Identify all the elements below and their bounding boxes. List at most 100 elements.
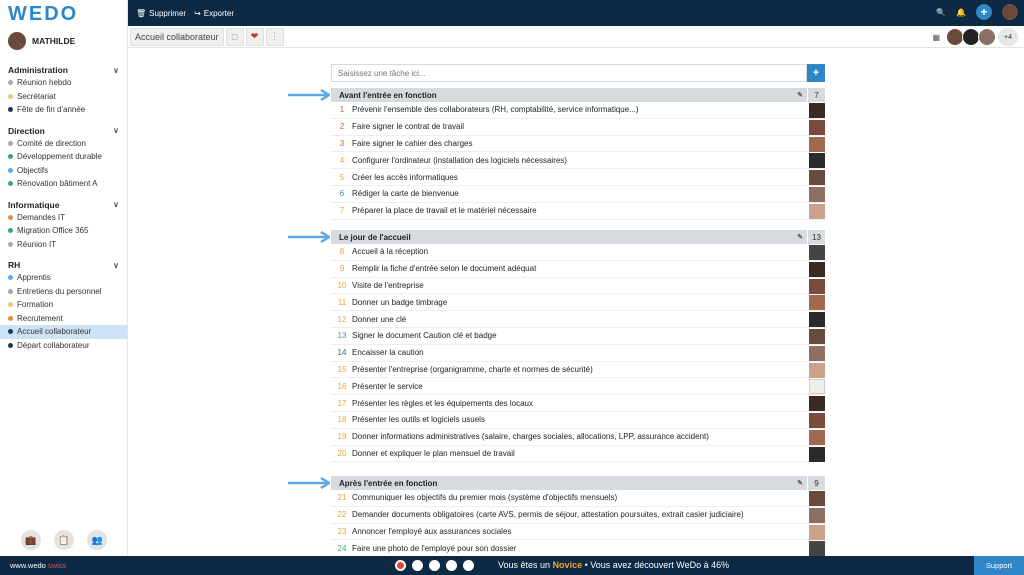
task-row[interactable]: 8 Accueil à la réception: [331, 244, 825, 261]
task-row[interactable]: 20 Donner et expliquer le plan mensuel de…: [331, 446, 825, 463]
assignee-avatar[interactable]: [809, 261, 825, 277]
assignee-avatar[interactable]: [809, 507, 825, 523]
assignee-avatar[interactable]: [809, 345, 825, 361]
sidebar-item[interactable]: Développement durable: [8, 150, 119, 164]
assignee-avatar[interactable]: [809, 362, 825, 378]
list-title-tab[interactable]: Accueil collaborateur: [130, 27, 224, 46]
chevron-down-icon[interactable]: ∨: [113, 200, 119, 209]
task-row[interactable]: 4 Configurer l'ordinateur (installation d…: [331, 152, 825, 170]
section-header[interactable]: Le jour de l'accueil ✎ 13: [331, 230, 825, 244]
sidebar-item[interactable]: Fête de fin d'année: [8, 103, 119, 117]
task-row[interactable]: 15 Présenter l'entreprise (organigramme, …: [331, 362, 825, 379]
sidebar-item[interactable]: Migration Office 365: [8, 224, 119, 238]
chevron-down-icon[interactable]: ∨: [113, 126, 119, 135]
pencil-icon[interactable]: ✎: [797, 233, 803, 241]
assignee-avatar[interactable]: [809, 312, 825, 328]
assignee-avatar[interactable]: [809, 136, 825, 152]
task-row[interactable]: 14 Encaisser la caution: [331, 345, 825, 362]
task-row[interactable]: 11 Donner un badge timbrage: [331, 294, 825, 312]
assignee-avatar[interactable]: [809, 328, 825, 344]
logo[interactable]: WEDO: [0, 0, 127, 26]
assignee-avatar[interactable]: [809, 153, 825, 169]
assignee-avatar[interactable]: [809, 379, 825, 395]
sidebar-item[interactable]: Comité de direction: [8, 137, 119, 151]
task-row[interactable]: 21 Communiquer les objectifs du premier m…: [331, 490, 825, 507]
sidebar-group-header[interactable]: RH ∨: [8, 259, 119, 271]
delete-button[interactable]: 🗑 Supprimer: [136, 9, 186, 18]
export-button[interactable]: ↪ Exporter: [194, 9, 234, 18]
assignee-avatar[interactable]: [809, 278, 825, 294]
pencil-icon[interactable]: ✎: [797, 479, 803, 487]
task-row[interactable]: 12 Donner une clé: [331, 311, 825, 328]
sidebar-item[interactable]: Départ collaborateur: [8, 339, 119, 353]
account-avatar[interactable]: [1002, 4, 1018, 20]
task-row[interactable]: 2 Faire signer le contrat de travail: [331, 119, 825, 136]
task-row[interactable]: 6 Rédiger la carte de bienvenue: [331, 186, 825, 203]
assignee-avatar[interactable]: [809, 203, 825, 219]
bell-icon[interactable]: 🔔: [956, 8, 966, 17]
assignee-avatar[interactable]: [809, 446, 825, 462]
assignee-avatar[interactable]: [809, 491, 825, 506]
sidebar-group-header[interactable]: Administration ∨: [8, 64, 119, 76]
progress-dot[interactable]: [412, 560, 423, 571]
sidebar-item[interactable]: Réunion hebdo: [8, 76, 119, 90]
assignee-avatar[interactable]: [809, 541, 825, 557]
progress-dot[interactable]: [446, 560, 457, 571]
sidebar-item[interactable]: Secrétariat: [8, 90, 119, 104]
sidebar-group-header[interactable]: Direction ∨: [8, 125, 119, 137]
member-avatar[interactable]: [978, 28, 996, 46]
file-icon[interactable]: □: [225, 27, 244, 46]
heart-icon[interactable]: ❤: [245, 27, 264, 46]
assignee-avatar[interactable]: [809, 429, 825, 445]
task-row[interactable]: 3 Faire signer le cahier des charges: [331, 136, 825, 153]
sidebar-item[interactable]: Réunion IT: [8, 238, 119, 252]
task-row[interactable]: 13 Signer le document Caution clé et badg…: [331, 328, 825, 345]
more-members-badge[interactable]: +4: [998, 28, 1018, 46]
search-icon[interactable]: 🔍: [936, 8, 946, 17]
sidebar-item[interactable]: Accueil collaborateur: [0, 325, 127, 339]
task-row[interactable]: 10 Visite de l'entreprise: [331, 278, 825, 295]
sidebar-item[interactable]: Recrutement: [8, 312, 119, 326]
progress-dot[interactable]: [429, 560, 440, 571]
support-button[interactable]: Support: [974, 556, 1024, 575]
briefcase-icon[interactable]: 💼: [20, 530, 41, 550]
assignee-avatar[interactable]: [809, 524, 825, 540]
task-row[interactable]: 24 Faire une photo de l'employé pour son …: [331, 540, 825, 558]
assignee-avatar[interactable]: [809, 119, 825, 135]
task-row[interactable]: 9 Remplir la fiche d'entrée selon le docu…: [331, 261, 825, 278]
more-options-icon[interactable]: ⋮: [265, 27, 284, 46]
assignee-avatar[interactable]: [809, 186, 825, 202]
user-profile[interactable]: MATHILDE: [0, 26, 127, 56]
assignee-avatar[interactable]: [809, 103, 825, 118]
chevron-down-icon[interactable]: ∨: [113, 66, 119, 75]
assignee-avatar[interactable]: [809, 396, 825, 412]
chevron-down-icon[interactable]: ∨: [113, 261, 119, 270]
sidebar-item[interactable]: Demandes IT: [8, 211, 119, 225]
assignee-avatar[interactable]: [809, 245, 825, 260]
task-row[interactable]: 17 Présenter les règles et les équipement…: [331, 395, 825, 412]
assignee-avatar[interactable]: [809, 412, 825, 428]
task-row[interactable]: 5 Créer les accès informatiques: [331, 169, 825, 186]
clipboard-icon[interactable]: 📋: [53, 530, 74, 550]
assignee-avatar[interactable]: [809, 295, 825, 311]
task-row[interactable]: 22 Demander documents obligatoires (carte…: [331, 507, 825, 524]
task-row[interactable]: 1 Prévenir l'ensemble des collaborateurs …: [331, 102, 825, 119]
sidebar-item[interactable]: Formation: [8, 298, 119, 312]
section-header[interactable]: Avant l'entrée en fonction ✎ 7: [331, 88, 825, 102]
task-input[interactable]: [331, 64, 807, 82]
task-row[interactable]: 23 Annoncer l'employé aux assurances soci…: [331, 524, 825, 541]
sidebar-item[interactable]: Apprentis: [8, 271, 119, 285]
sidebar-item[interactable]: Entretiens du personnel: [8, 285, 119, 299]
task-row[interactable]: 7 Préparer la place de travail et le maté…: [331, 203, 825, 220]
task-row[interactable]: 16 Présenter le service: [331, 378, 825, 396]
sidebar-item[interactable]: Objectifs: [8, 164, 119, 178]
sidebar-group-header[interactable]: Informatique ∨: [8, 199, 119, 211]
pencil-icon[interactable]: ✎: [797, 91, 803, 99]
progress-dot-active[interactable]: [395, 560, 406, 571]
task-row[interactable]: 18 Présenter les outils et logiciels usue…: [331, 412, 825, 429]
add-task-button[interactable]: +: [807, 64, 825, 82]
section-header[interactable]: Après l'entrée en fonction ✎ 9: [331, 476, 825, 490]
add-button[interactable]: +: [976, 4, 992, 20]
task-row[interactable]: 19 Donner informations administratives (s…: [331, 429, 825, 446]
users-icon[interactable]: 👥: [87, 530, 108, 550]
